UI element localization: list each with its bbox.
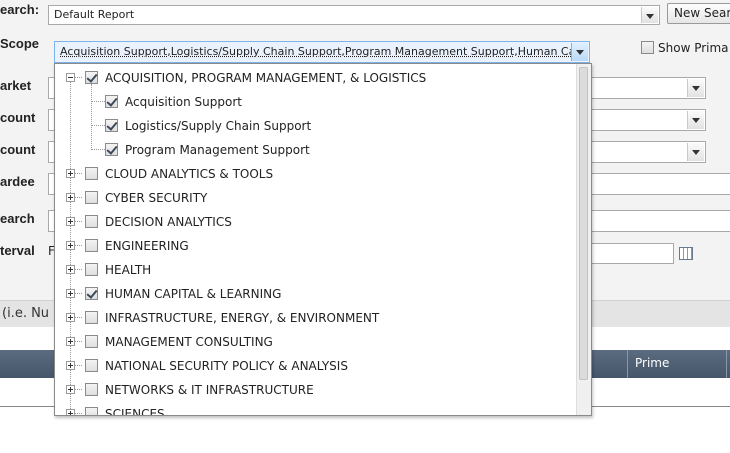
- tree-item-label: CLOUD ANALYTICS & TOOLS: [105, 167, 274, 181]
- tree-checkbox[interactable]: [85, 167, 98, 180]
- hint-text: (i.e. Nu: [2, 306, 50, 321]
- tree-checkbox[interactable]: [105, 95, 118, 108]
- tree-checkbox[interactable]: [105, 143, 118, 156]
- tree-row[interactable]: HUMAN CAPITAL & LEARNING: [55, 282, 575, 304]
- tree-item-label: NETWORKS & IT INFRASTRUCTURE: [105, 383, 314, 397]
- expand-icon[interactable]: [66, 289, 75, 298]
- tree-item-label: Logistics/Supply Chain Support: [125, 119, 312, 133]
- tree-item-label: Acquisition Support: [125, 95, 242, 109]
- interval-label: terval: [0, 243, 35, 258]
- tree-row[interactable]: MANAGEMENT CONSULTING: [55, 330, 575, 352]
- expand-icon[interactable]: [66, 313, 75, 322]
- tree-child-row[interactable]: Program Management Support: [55, 138, 575, 160]
- tree-item-label: HUMAN CAPITAL & LEARNING: [105, 287, 282, 301]
- tree-item-label: DECISION ANALYTICS: [105, 215, 232, 229]
- search-label: earch:: [0, 2, 40, 17]
- prime-column-header[interactable]: Prime: [635, 356, 669, 370]
- account-label-1: count: [0, 110, 36, 125]
- tree-row[interactable]: CLOUD ANALYTICS & TOOLS: [55, 162, 575, 184]
- expand-icon[interactable]: [66, 265, 75, 274]
- scope-label: Scope: [0, 36, 40, 51]
- tree-checkbox[interactable]: [85, 215, 98, 228]
- chevron-down-icon[interactable]: [641, 7, 658, 23]
- tree-child-row[interactable]: Logistics/Supply Chain Support: [55, 114, 575, 136]
- expand-icon[interactable]: [66, 385, 75, 394]
- calendar-icon[interactable]: [679, 247, 693, 260]
- collapse-icon[interactable]: [66, 73, 75, 82]
- tree-item-label: INFRASTRUCTURE, ENERGY, & ENVIRONMENT: [105, 311, 380, 325]
- tree-row[interactable]: NATIONAL SECURITY POLICY & ANALYSIS: [55, 354, 575, 376]
- tree-item-label: HEALTH: [105, 263, 152, 277]
- tree-row[interactable]: SCIENCES: [55, 402, 575, 416]
- expand-icon[interactable]: [66, 409, 75, 415]
- expand-icon[interactable]: [66, 361, 75, 370]
- tree-row[interactable]: INFRASTRUCTURE, ENERGY, & ENVIRONMENT: [55, 306, 575, 328]
- tree-checkbox[interactable]: [85, 311, 98, 324]
- saved-search-select[interactable]: Default Report: [48, 5, 660, 25]
- tree-item-label: ACQUISITION, PROGRAM MANAGEMENT, & LOGIS…: [105, 71, 427, 85]
- expand-icon[interactable]: [66, 241, 75, 250]
- expand-icon[interactable]: [66, 169, 75, 178]
- saved-search-value: Default Report: [54, 8, 135, 21]
- tree-item-label: CYBER SECURITY: [105, 191, 208, 205]
- scope-dropdown-tree[interactable]: ACQUISITION, PROGRAM MANAGEMENT, & LOGIS…: [54, 63, 592, 416]
- tree-checkbox[interactable]: [85, 335, 98, 348]
- tree-item-label: ENGINEERING: [105, 239, 189, 253]
- tree-row[interactable]: ENGINEERING: [55, 234, 575, 256]
- tree-item-label: NATIONAL SECURITY POLICY & ANALYSIS: [105, 359, 348, 373]
- tree-checkbox[interactable]: [85, 239, 98, 252]
- tree-row[interactable]: NETWORKS & IT INFRASTRUCTURE: [55, 378, 575, 400]
- tree-checkbox[interactable]: [85, 287, 98, 300]
- tree-checkbox[interactable]: [85, 383, 98, 396]
- tree-guide-connector: [91, 101, 105, 102]
- tree-checkbox[interactable]: [85, 407, 98, 415]
- tree-checkbox[interactable]: [85, 191, 98, 204]
- show-prime-checkbox[interactable]: [641, 41, 654, 54]
- tree-item-label: Program Management Support: [125, 143, 310, 157]
- scope-value: Acquisition Support,Logistics/Supply Cha…: [60, 45, 583, 58]
- tree-checkbox[interactable]: [85, 71, 98, 84]
- expand-icon[interactable]: [66, 193, 75, 202]
- tree-row[interactable]: ACQUISITION, PROGRAM MANAGEMENT, & LOGIS…: [55, 66, 575, 88]
- tree-guide-line: [91, 84, 92, 150]
- interval-end-date-input[interactable]: [580, 243, 674, 264]
- expand-icon[interactable]: [66, 337, 75, 346]
- expand-icon[interactable]: [66, 217, 75, 226]
- chevron-down-icon[interactable]: [687, 111, 704, 129]
- new-search-button[interactable]: New Sear: [667, 3, 730, 24]
- awardee-label: ardee: [0, 174, 35, 189]
- tree-item-label: SCIENCES: [105, 407, 165, 416]
- tree-guide-connector: [91, 149, 105, 150]
- search-text-label: earch: [0, 211, 35, 226]
- tree-row[interactable]: DECISION ANALYTICS: [55, 210, 575, 232]
- tree-checkbox[interactable]: [105, 119, 118, 132]
- scope-select[interactable]: Acquisition Support,Logistics/Supply Cha…: [54, 41, 590, 63]
- market-label: arket: [0, 78, 32, 93]
- chevron-down-icon[interactable]: [687, 79, 704, 97]
- tree-row[interactable]: CYBER SECURITY: [55, 186, 575, 208]
- tree-scrollbar[interactable]: [576, 64, 591, 415]
- tree-scrollbar-thumb[interactable]: [579, 67, 588, 380]
- tree-guide-connector: [91, 125, 105, 126]
- chevron-down-icon[interactable]: [687, 143, 704, 161]
- tree-item-label: MANAGEMENT CONSULTING: [105, 335, 273, 349]
- tree-checkbox[interactable]: [85, 263, 98, 276]
- chevron-down-icon[interactable]: [571, 43, 588, 61]
- tree-row[interactable]: HEALTH: [55, 258, 575, 280]
- prime-column-divider: [627, 350, 628, 378]
- last-column-divider: [726, 350, 727, 378]
- tree-checkbox[interactable]: [85, 359, 98, 372]
- account-label-2: count: [0, 142, 36, 157]
- show-prime-label: Show Prima: [658, 41, 729, 55]
- tree-child-row[interactable]: Acquisition Support: [55, 90, 575, 112]
